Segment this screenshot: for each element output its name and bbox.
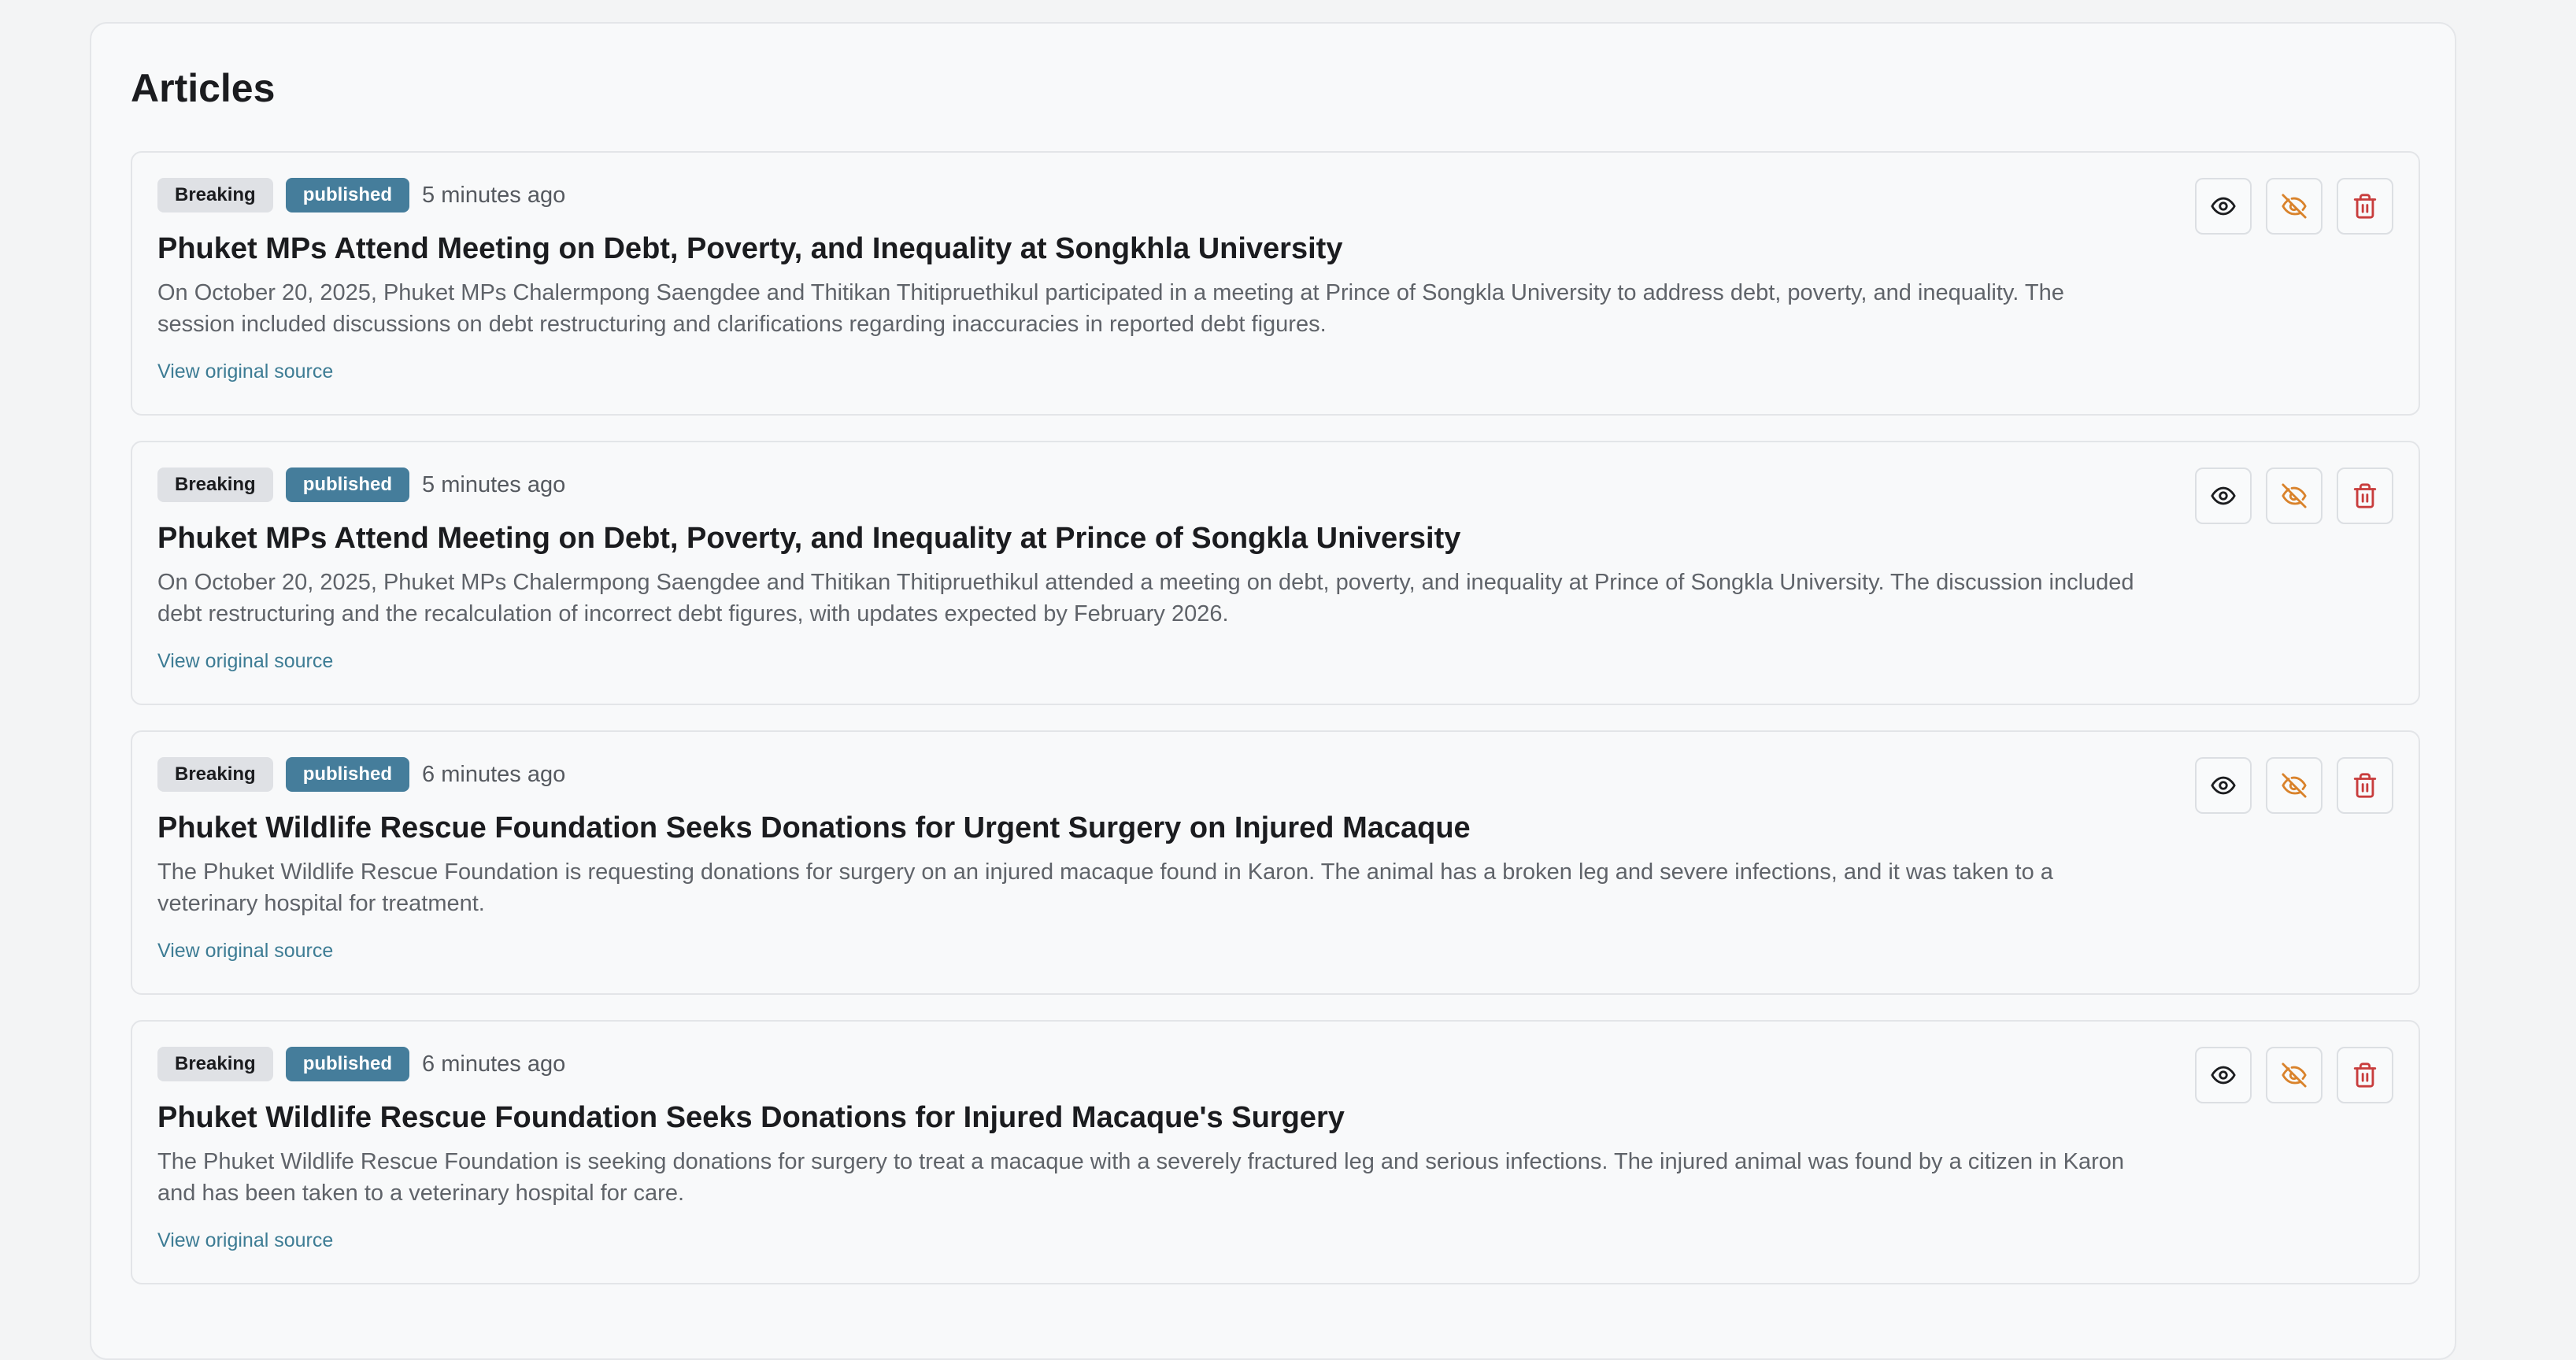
article-meta: Breaking published 6 minutes ago bbox=[157, 757, 565, 792]
article-timestamp: 6 minutes ago bbox=[422, 761, 566, 787]
delete-button[interactable] bbox=[2337, 757, 2393, 814]
view-original-source-link[interactable]: View original source bbox=[157, 649, 333, 674]
view-button[interactable] bbox=[2195, 178, 2252, 235]
article-summary: The Phuket Wildlife Rescue Foundation is… bbox=[157, 1149, 2125, 1206]
hide-button[interactable] bbox=[2266, 1047, 2322, 1103]
category-badge: Breaking bbox=[157, 468, 273, 502]
eye-icon bbox=[2210, 482, 2237, 509]
article-timestamp: 5 minutes ago bbox=[422, 182, 566, 208]
delete-button[interactable] bbox=[2337, 468, 2393, 524]
view-original-source-link[interactable]: View original source bbox=[157, 1228, 333, 1253]
article-summary: On October 20, 2025, Phuket MPs Chalermp… bbox=[157, 280, 2064, 337]
article-card: Breaking published 6 minutes ago Phuket … bbox=[131, 730, 2420, 995]
eye-icon bbox=[2210, 772, 2237, 799]
eye-off-icon bbox=[2281, 482, 2308, 509]
trash-icon bbox=[2352, 1062, 2378, 1088]
article-summary: On October 20, 2025, Phuket MPs Chalermp… bbox=[157, 570, 2134, 626]
delete-button[interactable] bbox=[2337, 178, 2393, 235]
article-actions bbox=[2195, 178, 2393, 235]
status-badge: published bbox=[285, 757, 410, 792]
article-title: Phuket MPs Attend Meeting on Debt, Pover… bbox=[157, 522, 1461, 555]
category-badge: Breaking bbox=[157, 1047, 273, 1081]
article-card: Breaking published 5 minutes ago Phuket … bbox=[131, 441, 2420, 705]
status-badge: published bbox=[285, 178, 410, 213]
page-title: Articles bbox=[131, 66, 276, 110]
delete-button[interactable] bbox=[2337, 1047, 2393, 1103]
article-title: Phuket MPs Attend Meeting on Debt, Pover… bbox=[157, 232, 1343, 265]
eye-icon bbox=[2210, 193, 2237, 220]
category-badge: Breaking bbox=[157, 757, 273, 792]
article-meta: Breaking published 5 minutes ago bbox=[157, 178, 565, 213]
eye-off-icon bbox=[2281, 772, 2308, 799]
view-original-source-link[interactable]: View original source bbox=[157, 359, 333, 384]
article-meta: Breaking published 5 minutes ago bbox=[157, 468, 565, 502]
article-title: Phuket Wildlife Rescue Foundation Seeks … bbox=[157, 1101, 1345, 1134]
status-badge: published bbox=[285, 1047, 410, 1081]
articles-panel: Articles Breaking published 5 minutes ag… bbox=[90, 22, 2456, 1360]
article-timestamp: 5 minutes ago bbox=[422, 471, 566, 497]
article-timestamp: 6 minutes ago bbox=[422, 1051, 566, 1077]
hide-button[interactable] bbox=[2266, 468, 2322, 524]
view-original-source-link[interactable]: View original source bbox=[157, 938, 333, 963]
article-title: Phuket Wildlife Rescue Foundation Seeks … bbox=[157, 811, 1471, 844]
article-summary: The Phuket Wildlife Rescue Foundation is… bbox=[157, 859, 2053, 916]
trash-icon bbox=[2352, 482, 2378, 509]
article-meta: Breaking published 6 minutes ago bbox=[157, 1047, 565, 1081]
hide-button[interactable] bbox=[2266, 757, 2322, 814]
hide-button[interactable] bbox=[2266, 178, 2322, 235]
article-card: Breaking published 5 minutes ago Phuket … bbox=[131, 151, 2420, 416]
trash-icon bbox=[2352, 772, 2378, 799]
eye-off-icon bbox=[2281, 1062, 2308, 1088]
article-actions bbox=[2195, 757, 2393, 814]
view-button[interactable] bbox=[2195, 757, 2252, 814]
article-card: Breaking published 6 minutes ago Phuket … bbox=[131, 1020, 2420, 1284]
status-badge: published bbox=[285, 468, 410, 502]
eye-icon bbox=[2210, 1062, 2237, 1088]
view-button[interactable] bbox=[2195, 468, 2252, 524]
view-button[interactable] bbox=[2195, 1047, 2252, 1103]
category-badge: Breaking bbox=[157, 178, 273, 213]
eye-off-icon bbox=[2281, 193, 2308, 220]
article-actions bbox=[2195, 1047, 2393, 1103]
article-actions bbox=[2195, 468, 2393, 524]
trash-icon bbox=[2352, 193, 2378, 220]
